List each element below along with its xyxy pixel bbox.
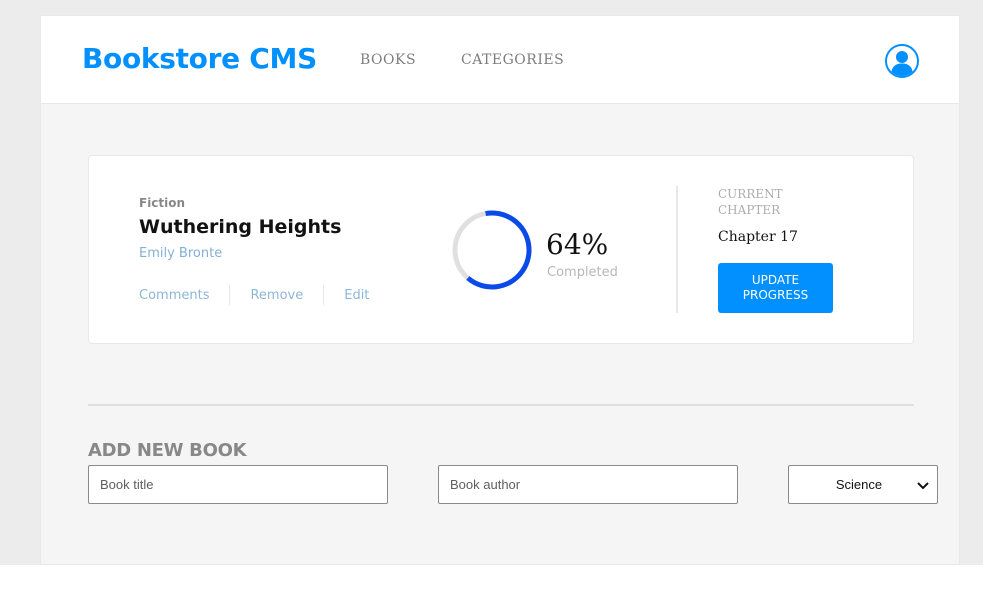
action-divider (229, 285, 231, 305)
category-select[interactable]: Science (788, 465, 938, 504)
book-genre: Fiction (139, 196, 186, 210)
progress-ring-arc (452, 210, 532, 290)
app-panel: Bookstore CMS BOOKS CATEGORIES Fiction W… (40, 15, 960, 565)
book-title-input[interactable] (88, 465, 388, 504)
card-divider (676, 186, 678, 313)
add-book-heading: ADD NEW BOOK (88, 440, 247, 461)
update-progress-button[interactable]: UPDATE PROGRESS (718, 263, 833, 313)
header: Bookstore CMS BOOKS CATEGORIES (41, 16, 959, 104)
book-author: Emily Bronte (139, 246, 223, 261)
progress-percent: 64% (546, 228, 609, 261)
comments-button[interactable]: Comments (139, 288, 209, 303)
user-icon (891, 51, 913, 76)
category-select-value: Science (835, 477, 883, 492)
progress-completed-label: Completed (547, 265, 618, 280)
progress-ring (452, 210, 532, 290)
nav-books[interactable]: BOOKS (360, 52, 416, 68)
current-chapter-label: CURRENT CHAPTER (718, 187, 783, 217)
remove-button[interactable]: Remove (250, 288, 303, 303)
logo[interactable]: Bookstore CMS (82, 42, 317, 75)
book-card: Fiction Wuthering Heights Emily Bronte C… (88, 155, 914, 344)
current-chapter-value: Chapter 17 (718, 229, 798, 245)
chevron-down-icon (917, 481, 929, 489)
user-avatar-button[interactable] (885, 44, 919, 78)
book-actions: Comments Remove Edit (139, 285, 369, 305)
edit-button[interactable]: Edit (344, 288, 369, 303)
action-divider (323, 285, 325, 305)
book-title: Wuthering Heights (139, 216, 342, 238)
book-author-input[interactable] (438, 465, 738, 504)
nav-categories[interactable]: CATEGORIES (461, 52, 564, 68)
section-divider (88, 404, 914, 406)
